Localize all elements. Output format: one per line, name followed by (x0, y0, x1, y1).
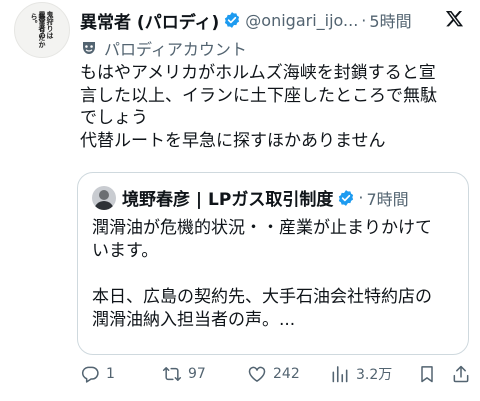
tweet-text-line: 言した以上、イランに土下座したところで無駄 (80, 85, 437, 106)
separator-dot: · (361, 10, 367, 30)
like-button[interactable]: 242 (247, 364, 300, 384)
author-avatar[interactable]: 鬼狩りは 異常者の 集まりだから。 (14, 2, 70, 58)
tweet-text-line: もはやアメリカがホルムズ海峡を封鎖すると宣 (80, 63, 436, 83)
quoted-text-line: 潤滑油が危機的状況・・産業が止まりかけて (92, 218, 432, 238)
x-logo-icon (445, 10, 464, 27)
view-count: 3.2万 (356, 367, 393, 383)
parody-label: パロディアカウント (80, 36, 247, 60)
tweet-text: もはやアメリカがホルムズ海峡を封鎖すると宣 言した以上、イランに土下座したところ… (80, 62, 472, 152)
tweet-text-line: 代替ルートを早急に探すほかありません (80, 130, 386, 151)
quoted-tweet-timestamp: 7時間 (366, 189, 409, 209)
quoted-text-line: 潤滑油納入担当者の声。... (92, 310, 296, 330)
bookmark-button[interactable] (417, 364, 437, 384)
verified-badge-icon (339, 189, 354, 206)
mask-icon (83, 42, 95, 54)
share-icon (453, 365, 469, 383)
views-chart-icon (332, 366, 348, 383)
quoted-text-line: います。 (92, 241, 159, 261)
quoted-tweet-header: 境野春彦 | LPガス取引制度 · 7時間 (92, 185, 409, 210)
tweet-timestamp[interactable]: 5時間 (369, 8, 411, 32)
tweet-text-line: でしょう (80, 108, 148, 128)
like-count: 242 (273, 366, 300, 382)
quoted-tweet-text: 潤滑油が危機的状況・・産業が止まりかけて います。 本日、広島の契約先、大手石油… (92, 217, 462, 332)
quoted-author-name: 境野春彦 | LPガス取引制度 (122, 190, 334, 210)
bookmark-icon (421, 366, 433, 383)
retweet-button[interactable]: 97 (162, 364, 206, 384)
retweet-count: 97 (188, 366, 206, 382)
quoted-text-line: 本日、広島の契約先、大手石油会社特約店の (92, 287, 432, 307)
heart-icon (248, 366, 266, 382)
reply-button[interactable]: 1 (80, 364, 115, 384)
avatar-text-line: 集まりだから。 (30, 13, 47, 48)
tweet-header: 異常者 (パロディ) @onigari_ijo... · 5時間 (80, 8, 472, 33)
quoted-tweet-card[interactable]: 境野春彦 | LPガス取引制度 · 7時間 潤滑油が危機的状況・・産業が止まりか… (77, 172, 469, 355)
retweet-icon (162, 367, 182, 381)
views-button[interactable]: 3.2万 (330, 364, 392, 384)
reply-icon (81, 366, 99, 383)
author-handle[interactable]: @onigari_ijo... (245, 11, 358, 30)
avatar-text-line: 鬼狩りは (46, 11, 55, 39)
quoted-author-avatar (92, 185, 116, 210)
separator-dot: · (358, 188, 364, 207)
reply-count: 1 (106, 366, 115, 382)
quoted-text-line (92, 263, 462, 286)
tweet-actions-bar: 1 97 242 3.2万 (80, 364, 472, 390)
parody-account-text: パロディアカウント (104, 40, 247, 59)
share-button[interactable] (451, 364, 471, 384)
verified-badge-icon (225, 12, 240, 28)
author-name[interactable]: 異常者 (パロディ) (80, 8, 219, 33)
